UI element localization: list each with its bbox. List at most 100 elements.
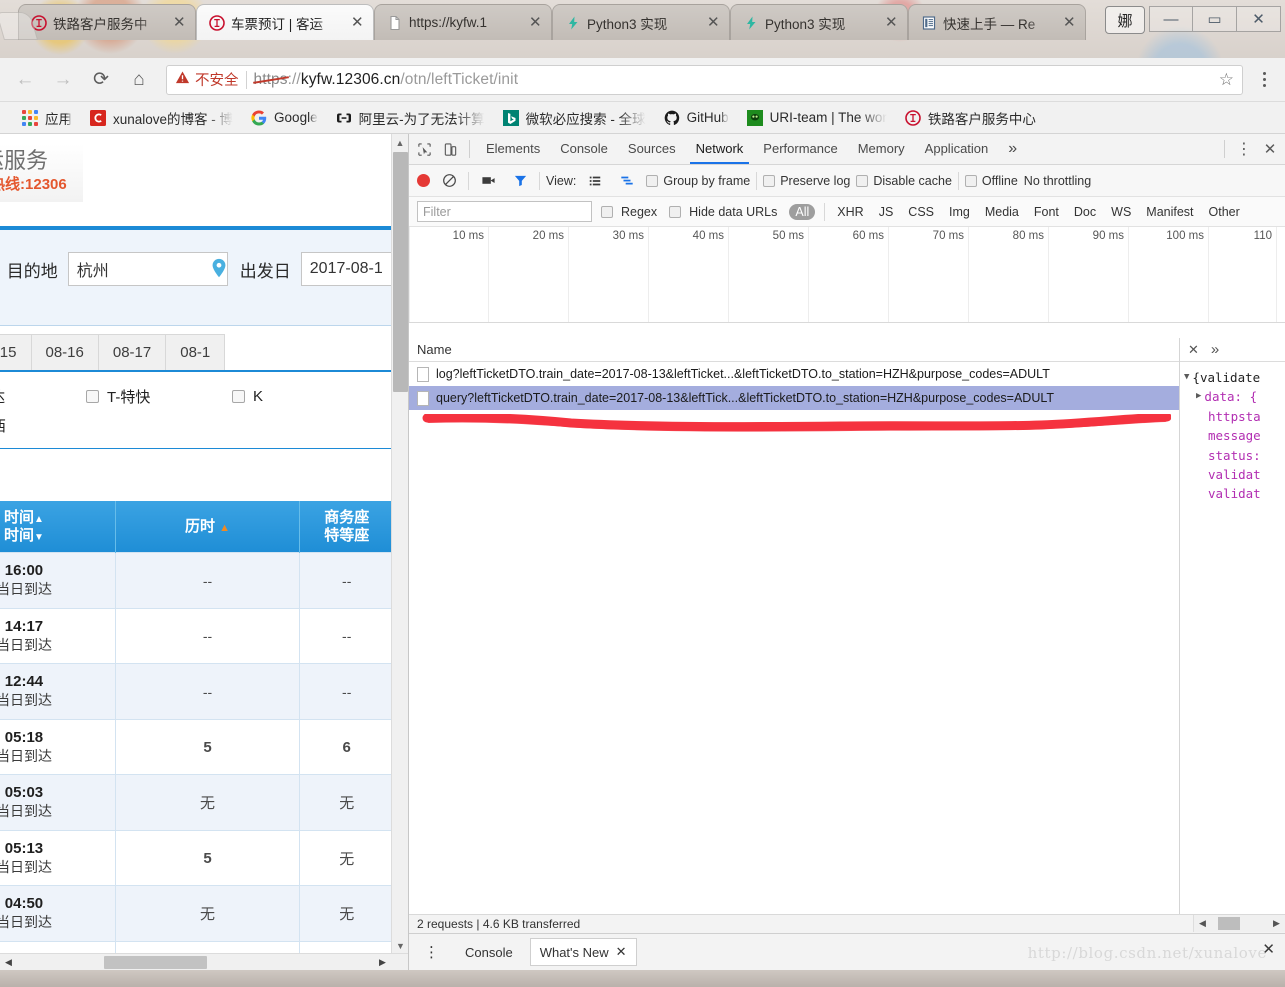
filter-z-train[interactable]: Z-直达 (0, 386, 86, 407)
scrollbar-thumb[interactable] (393, 152, 408, 392)
destination-input[interactable]: 杭州 (67, 252, 228, 286)
json-line[interactable]: ▼ {validate (1184, 368, 1281, 387)
date-tab[interactable]: 08-15 (0, 334, 32, 370)
devtools-menu-icon[interactable]: ⋮ (1231, 136, 1257, 162)
bookmark-uri-team[interactable]: URI-team | The wor (739, 107, 895, 129)
train-number-filter[interactable]: 车次 (0, 449, 408, 501)
drawer-menu-icon[interactable]: ⋮ (415, 938, 448, 966)
checkbox-icon[interactable] (86, 390, 99, 403)
tab-elements[interactable]: Elements (476, 135, 550, 163)
browser-tab[interactable]: 铁路客户服务中 ✕ (18, 4, 196, 40)
browser-menu-icon[interactable] (1251, 72, 1277, 87)
checkbox-icon[interactable] (964, 174, 977, 187)
table-row[interactable]: 0720 05:13当日到达 5 无 有 -- (0, 829, 408, 887)
close-icon[interactable]: ✕ (885, 15, 899, 30)
close-icon[interactable]: ✕ (1188, 342, 1199, 358)
offline-option[interactable]: Offline (964, 174, 1018, 188)
tab-application[interactable]: Application (915, 135, 999, 163)
bookmark-github[interactable]: GitHub (656, 107, 737, 129)
chevron-right-icon[interactable]: ▶ (1196, 390, 1201, 404)
bookmark-csdn-blog[interactable]: xunalove的博客 - 博 (82, 105, 241, 131)
bookmark-star-icon[interactable]: ☆ (1219, 70, 1234, 90)
filter-type-js[interactable]: JS (876, 204, 897, 220)
json-line[interactable]: httpsta (1184, 407, 1281, 426)
back-icon[interactable]: ← (8, 63, 42, 97)
close-icon[interactable]: ✕ (173, 15, 187, 30)
funnel-icon[interactable] (507, 168, 533, 194)
filter-station-zhengzhou-west[interactable]: 郑州西 (0, 415, 86, 436)
col-time[interactable]: 时间▲ 时间▼ (0, 501, 117, 553)
forward-icon[interactable]: → (46, 63, 80, 97)
regex-option[interactable]: Regex (601, 204, 660, 220)
security-indicator[interactable]: 不安全 (175, 69, 239, 90)
scroll-left-icon[interactable]: ◀ (1194, 915, 1211, 932)
date-tab[interactable]: 08-1 (165, 334, 226, 370)
col-business-seat[interactable]: 商务座 特等座 (299, 501, 395, 553)
hide-data-urls-option[interactable]: Hide data URLs (669, 204, 780, 220)
json-preview[interactable]: ▼ {validate ▶ data: { httpsta message stat… (1180, 362, 1285, 504)
filter-input[interactable]: Filter (417, 201, 592, 222)
drawer-tab-console[interactable]: Console (456, 940, 522, 965)
scrollbar-thumb[interactable] (104, 956, 207, 969)
tab-memory[interactable]: Memory (848, 135, 915, 163)
table-row[interactable]: 1735 05:18当日到达 5 6 有 -- (0, 718, 408, 776)
json-line[interactable]: validat (1184, 465, 1281, 484)
tab-sources[interactable]: Sources (618, 135, 686, 163)
page-horizontal-scrollbar[interactable]: ◀ ▶ (0, 953, 408, 970)
date-tab[interactable]: 08-17 (97, 334, 167, 370)
map-pin-icon[interactable] (208, 257, 230, 282)
checkbox-icon[interactable] (601, 205, 613, 218)
scroll-down-icon[interactable]: ▼ (392, 937, 408, 954)
bookmark-google[interactable]: Google (243, 107, 326, 129)
table-row[interactable]: 3232 16:00当日到达 -- -- -- -- (0, 552, 408, 609)
minimize-icon[interactable]: — (1149, 6, 1193, 32)
checkbox-icon[interactable] (669, 205, 682, 218)
browser-tab-active[interactable]: 车票预订 | 客运 ✕ (196, 4, 374, 40)
cursor-select-icon[interactable] (411, 136, 437, 162)
close-icon[interactable]: ✕ (616, 944, 627, 960)
filter-type-img[interactable]: Img (946, 204, 973, 220)
json-line[interactable]: message (1184, 426, 1281, 445)
list-view-icon[interactable] (582, 168, 608, 194)
more-tabs-icon[interactable]: » (1211, 341, 1219, 358)
scroll-right-icon[interactable]: ▶ (1268, 915, 1285, 932)
browser-tab[interactable]: Python3 实现 ✕ (552, 4, 730, 40)
home-icon[interactable]: ⌂ (122, 63, 156, 97)
date-tab[interactable]: 08-16 (30, 334, 99, 370)
drawer-tab-whats-new[interactable]: What's New ✕ (529, 938, 637, 966)
scroll-up-icon[interactable]: ▲ (392, 134, 408, 151)
scrollbar-thumb[interactable] (1218, 917, 1240, 930)
sort-asc-icon[interactable]: ▲ (219, 522, 230, 534)
group-by-frame-option[interactable]: Group by frame (646, 174, 750, 188)
browser-tab[interactable]: 快速上手 — Re ✕ (908, 4, 1086, 40)
preserve-log-option[interactable]: Preserve log (763, 174, 850, 188)
filter-type-all[interactable]: All (789, 203, 816, 220)
disable-cache-option[interactable]: Disable cache (856, 174, 952, 188)
filter-type-manifest[interactable]: Manifest (1143, 204, 1196, 220)
window-close-icon[interactable]: ✕ (1237, 6, 1281, 32)
bookmark-apps[interactable]: 应用 (14, 105, 80, 131)
drawer-close-icon[interactable]: ✕ (1262, 940, 1275, 958)
page-vertical-scrollbar[interactable]: ▲ ▼ (391, 134, 408, 954)
reload-icon[interactable]: ⟳ (84, 63, 118, 97)
tab-network[interactable]: Network (686, 135, 754, 164)
filter-type-doc[interactable]: Doc (1071, 204, 1099, 220)
bookmark-bing[interactable]: 微软必应搜索 - 全球 (495, 105, 654, 131)
request-row[interactable]: log?leftTicketDTO.train_date=2017-08-13&… (409, 362, 1179, 386)
bookmark-aliyun[interactable]: 阿里云-为了无法计算 (328, 105, 493, 131)
scroll-left-icon[interactable]: ◀ (0, 954, 17, 970)
checkbox-icon[interactable] (232, 390, 245, 403)
sort-asc-icon[interactable]: ▲ (34, 514, 44, 525)
filter-t-train[interactable]: T-特快 (86, 386, 232, 407)
devtools-close-icon[interactable]: ✕ (1257, 136, 1283, 162)
maximize-icon[interactable]: ▭ (1193, 6, 1237, 32)
tab-performance[interactable]: Performance (753, 135, 847, 163)
table-row[interactable]: 5343 04:50当日到达 无 无 无 -- (0, 885, 408, 942)
filter-type-xhr[interactable]: XHR (834, 204, 866, 220)
table-row[interactable]: 0623 14:17当日到达 -- -- -- -- (0, 607, 408, 665)
chevron-down-icon[interactable]: ▼ (1184, 371, 1189, 385)
filter-type-media[interactable]: Media (982, 204, 1022, 220)
browser-tab[interactable]: https://kyfw.1 ✕ (374, 4, 552, 40)
record-dot-icon[interactable] (417, 174, 430, 187)
scroll-right-icon[interactable]: ▶ (374, 954, 391, 970)
